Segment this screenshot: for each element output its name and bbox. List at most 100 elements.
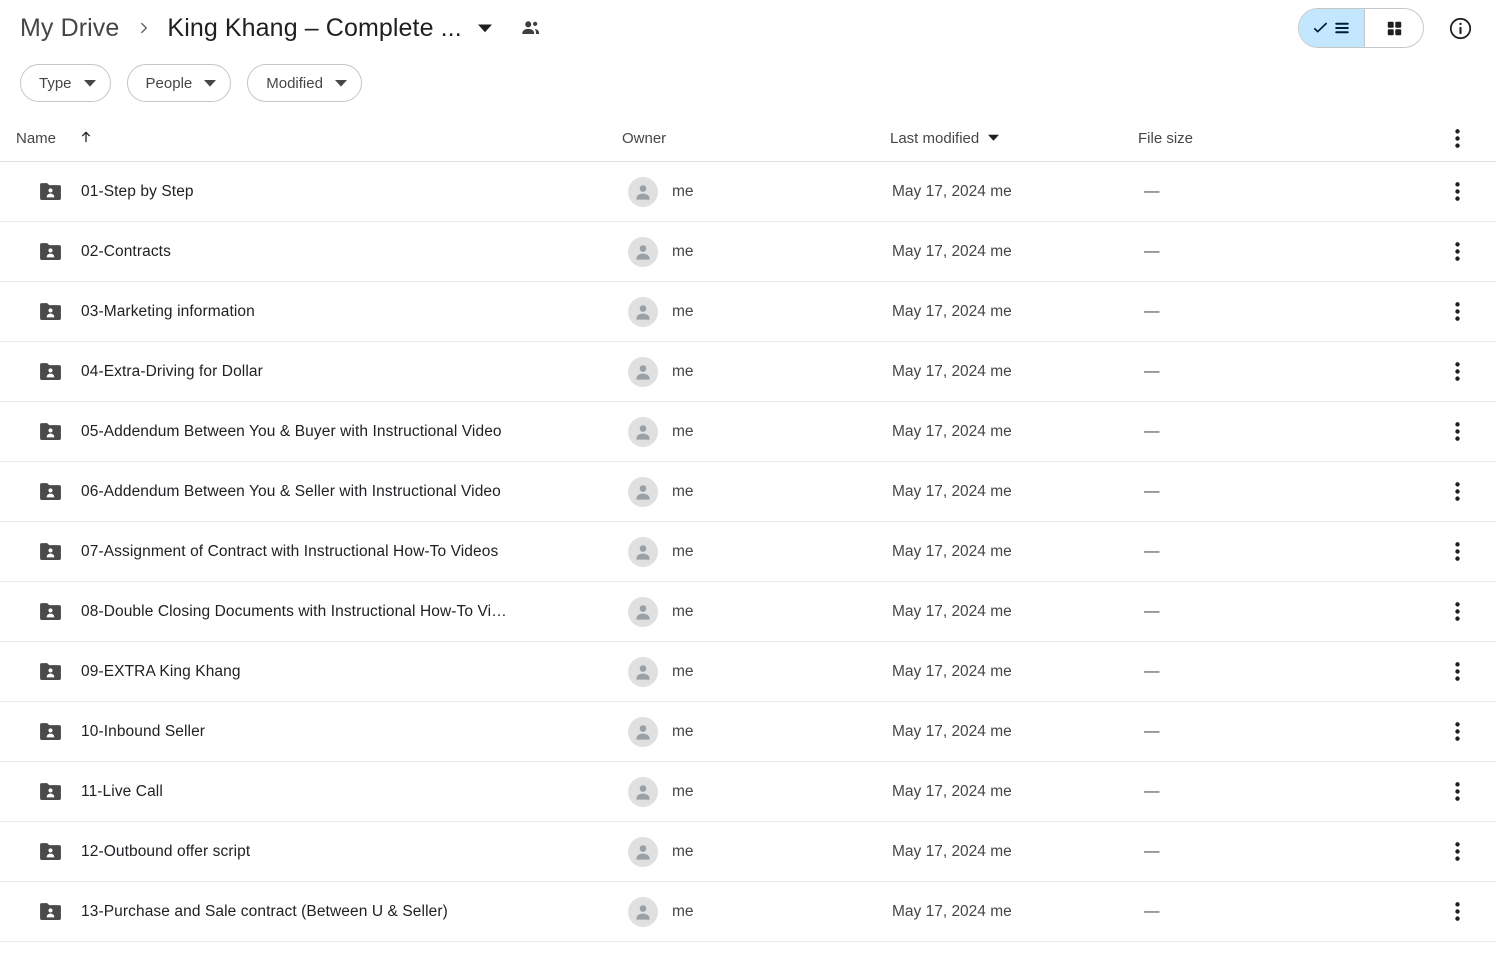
row-name-cell[interactable]: 07-Assignment of Contract with Instructi… xyxy=(16,539,622,564)
table-row[interactable]: 05-Addendum Between You & Buyer with Ins… xyxy=(0,402,1496,462)
row-name-cell[interactable]: 05-Addendum Between You & Buyer with Ins… xyxy=(16,419,622,444)
column-header-file-size[interactable]: File size xyxy=(1138,130,1424,147)
chevron-right-icon xyxy=(135,19,153,37)
column-header-owner[interactable]: Owner xyxy=(622,130,890,147)
row-owner-cell: me xyxy=(622,296,890,327)
more-options-icon[interactable] xyxy=(1455,422,1460,441)
row-options-cell[interactable] xyxy=(1424,422,1480,441)
owner-label: me xyxy=(672,362,694,380)
shared-folder-icon xyxy=(38,719,63,744)
row-modified-cell: May 17, 2024 me xyxy=(892,602,1012,620)
owner-label: me xyxy=(672,842,694,860)
chevron-down-icon xyxy=(204,77,217,89)
row-options-cell[interactable] xyxy=(1424,842,1480,861)
avatar xyxy=(628,596,658,627)
filter-chip-modified-label: Modified xyxy=(266,74,323,92)
file-name-label: 01-Step by Step xyxy=(81,182,194,200)
table-row[interactable]: 13-Purchase and Sale contract (Between U… xyxy=(0,882,1496,942)
table-row[interactable]: 10-Inbound Seller me May 17, 2024 me — xyxy=(0,702,1496,762)
more-options-icon[interactable] xyxy=(1455,902,1460,921)
table-row[interactable]: 04-Extra-Driving for Dollar me May 17, 2… xyxy=(0,342,1496,402)
chevron-down-icon[interactable] xyxy=(477,21,492,35)
row-size-cell: — xyxy=(1144,602,1160,620)
shared-folder-icon xyxy=(38,479,63,504)
shared-folder-icon xyxy=(38,659,63,684)
more-options-icon[interactable] xyxy=(1455,842,1460,861)
column-header-file-size-label: File size xyxy=(1138,130,1194,147)
table-row[interactable]: 09-EXTRA King Khang me May 17, 2024 me — xyxy=(0,642,1496,702)
column-header-last-modified[interactable]: Last modified xyxy=(890,130,1138,147)
file-name-label: 09-EXTRA King Khang xyxy=(81,662,241,680)
details-info-button[interactable] xyxy=(1442,10,1478,46)
row-options-cell[interactable] xyxy=(1424,242,1480,261)
row-name-cell[interactable]: 09-EXTRA King Khang xyxy=(16,659,622,684)
row-name-cell[interactable]: 12-Outbound offer script xyxy=(16,839,622,864)
row-options-cell[interactable] xyxy=(1424,722,1480,741)
table-row[interactable]: 02-Contracts me May 17, 2024 me — xyxy=(0,222,1496,282)
row-modified-cell: May 17, 2024 me xyxy=(892,542,1012,560)
more-options-icon[interactable] xyxy=(1455,602,1460,621)
owner-label: me xyxy=(672,782,694,800)
shared-folder-icon xyxy=(38,239,63,264)
row-options-cell[interactable] xyxy=(1424,542,1480,561)
row-owner-cell: me xyxy=(622,236,890,267)
breadcrumb-current-folder[interactable]: King Khang – Complete ... xyxy=(167,14,461,43)
table-row[interactable]: 12-Outbound offer script me May 17, 2024… xyxy=(0,822,1496,882)
row-name-cell[interactable]: 11-Live Call xyxy=(16,779,622,804)
avatar xyxy=(628,476,658,507)
more-options-icon[interactable] xyxy=(1455,782,1460,801)
shared-folder-icon xyxy=(38,419,63,444)
row-options-cell[interactable] xyxy=(1424,602,1480,621)
table-row[interactable]: 03-Marketing information me May 17, 2024… xyxy=(0,282,1496,342)
more-options-icon[interactable] xyxy=(1455,482,1460,501)
filter-chip-type[interactable]: Type xyxy=(20,64,111,102)
owner-label: me xyxy=(672,662,694,680)
table-row[interactable]: 07-Assignment of Contract with Instructi… xyxy=(0,522,1496,582)
row-owner-cell: me xyxy=(622,536,890,567)
more-options-icon[interactable] xyxy=(1455,362,1460,381)
more-options-icon[interactable] xyxy=(1455,129,1460,148)
more-options-icon[interactable] xyxy=(1455,182,1460,201)
people-icon[interactable] xyxy=(520,17,542,39)
filter-chip-people[interactable]: People xyxy=(126,64,232,102)
view-toggle-group[interactable] xyxy=(1298,8,1424,48)
table-row[interactable]: 11-Live Call me May 17, 2024 me — xyxy=(0,762,1496,822)
row-size-cell: — xyxy=(1144,182,1160,200)
column-header-owner-label: Owner xyxy=(622,130,667,147)
row-name-cell[interactable]: 06-Addendum Between You & Seller with In… xyxy=(16,479,622,504)
row-name-cell[interactable]: 08-Double Closing Documents with Instruc… xyxy=(16,599,622,624)
column-header-name[interactable]: Name xyxy=(16,129,622,149)
row-options-cell[interactable] xyxy=(1424,662,1480,681)
list-view-button[interactable] xyxy=(1299,9,1365,47)
more-options-icon[interactable] xyxy=(1455,302,1460,321)
grid-view-button[interactable] xyxy=(1365,9,1423,47)
more-options-icon[interactable] xyxy=(1455,542,1460,561)
column-header-last-modified-label: Last modified xyxy=(890,130,980,147)
row-name-cell[interactable]: 13-Purchase and Sale contract (Between U… xyxy=(16,899,622,924)
filter-chip-modified[interactable]: Modified xyxy=(247,64,362,102)
row-name-cell[interactable]: 01-Step by Step xyxy=(16,179,622,204)
row-name-cell[interactable]: 02-Contracts xyxy=(16,239,622,264)
row-options-cell[interactable] xyxy=(1424,362,1480,381)
chevron-down-icon xyxy=(334,77,347,89)
row-options-cell[interactable] xyxy=(1424,302,1480,321)
row-options-cell[interactable] xyxy=(1424,482,1480,501)
table-row[interactable]: 01-Step by Step me May 17, 2024 me — xyxy=(0,162,1496,222)
row-options-cell[interactable] xyxy=(1424,902,1480,921)
table-row[interactable]: 08-Double Closing Documents with Instruc… xyxy=(0,582,1496,642)
more-options-icon[interactable] xyxy=(1455,662,1460,681)
row-name-cell[interactable]: 03-Marketing information xyxy=(16,299,622,324)
shared-folder-icon xyxy=(38,179,63,204)
row-name-cell[interactable]: 10-Inbound Seller xyxy=(16,719,622,744)
column-header-name-label: Name xyxy=(16,130,57,147)
column-header-options[interactable] xyxy=(1424,129,1480,148)
more-options-icon[interactable] xyxy=(1455,722,1460,741)
row-options-cell[interactable] xyxy=(1424,182,1480,201)
breadcrumb-root[interactable]: My Drive xyxy=(20,14,119,43)
file-name-label: 08-Double Closing Documents with Instruc… xyxy=(81,602,507,620)
table-row[interactable]: 06-Addendum Between You & Seller with In… xyxy=(0,462,1496,522)
filter-chip-type-label: Type xyxy=(39,74,72,92)
row-options-cell[interactable] xyxy=(1424,782,1480,801)
more-options-icon[interactable] xyxy=(1455,242,1460,261)
row-name-cell[interactable]: 04-Extra-Driving for Dollar xyxy=(16,359,622,384)
